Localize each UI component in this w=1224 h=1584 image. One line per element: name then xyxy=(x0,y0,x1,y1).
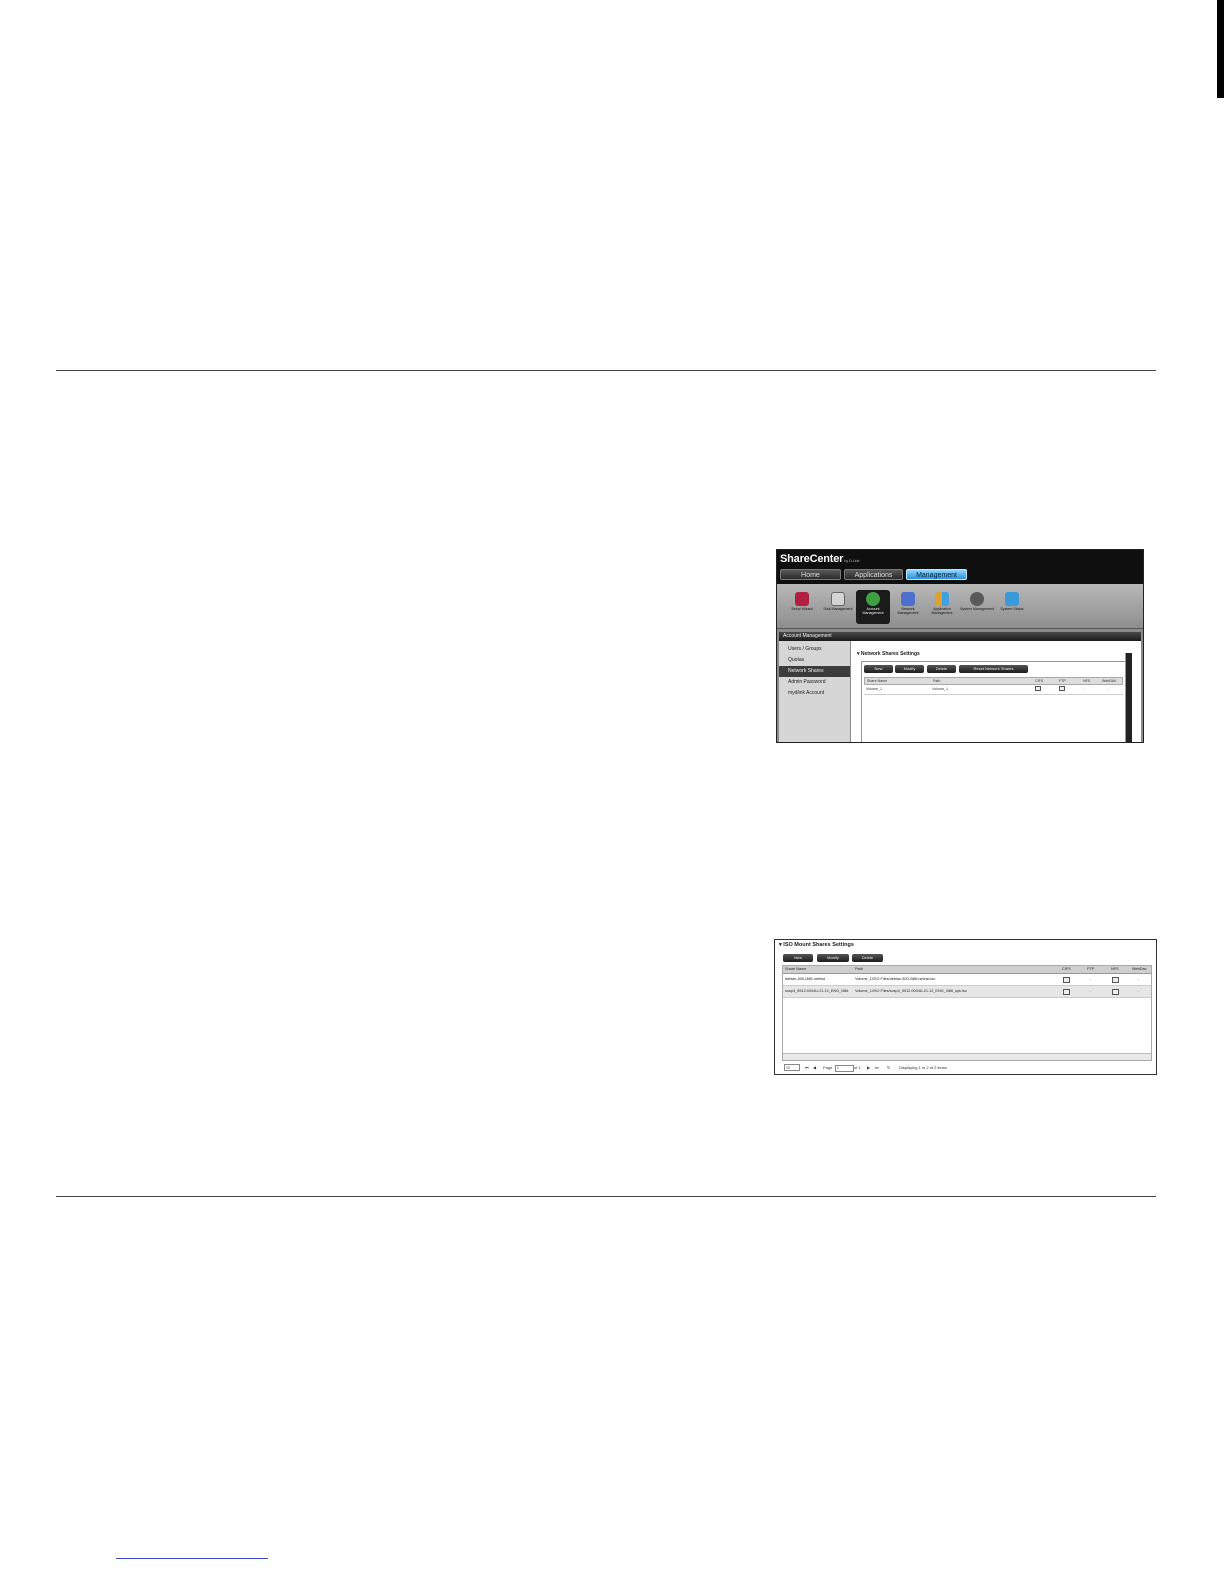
row-webdav: - xyxy=(1138,989,1140,993)
page-of-label: of 1 xyxy=(854,1065,861,1070)
management-icon-bar: Setup Wizard Disk Management Account Man… xyxy=(777,584,1143,629)
iso-modify-button[interactable]: Modify xyxy=(817,954,849,962)
disk-management-button[interactable]: Disk Management xyxy=(821,590,855,624)
network-shares-panel: ▾ Network Shares Settings New Modify Del… xyxy=(851,641,1141,742)
sidebar-item-users-groups[interactable]: Users / Groups xyxy=(779,644,850,655)
table-row[interactable]: sosp3_5512.0004U-21.12_ENG_i386 Volume_1… xyxy=(783,986,1151,998)
row-ftp: - xyxy=(1090,977,1092,981)
top-bar: ShareCenterby D-Link Home Applications M… xyxy=(777,550,1143,584)
iso-shares-table: Share Name Path CIFS FTP NFS WebDav debi… xyxy=(782,965,1152,1061)
gear-icon xyxy=(970,592,984,606)
disk-icon xyxy=(831,592,845,606)
account-icon xyxy=(866,592,880,606)
row-share-name: Volume_1 xyxy=(866,687,882,691)
network-management-button[interactable]: Network Management xyxy=(891,590,925,624)
row-nfs: - xyxy=(1084,687,1086,691)
cifs-settings-icon[interactable] xyxy=(1063,977,1070,983)
ftp-settings-icon[interactable] xyxy=(1059,686,1065,691)
footer-link-underline[interactable] xyxy=(116,1558,268,1559)
last-page-icon[interactable]: ⏭ xyxy=(875,1063,879,1073)
iso-new-button[interactable]: New xyxy=(783,954,813,962)
sharecenter-logo: ShareCenterby D-Link xyxy=(780,553,860,565)
shares-box: New Modify Delete Reset Network Shares S… xyxy=(861,661,1126,742)
reset-network-shares-button[interactable]: Reset Network Shares xyxy=(959,665,1028,673)
row-webdav: - xyxy=(1107,687,1109,691)
col-cifs[interactable]: CIFS xyxy=(1062,966,1071,973)
row-ftp: - xyxy=(1090,989,1092,993)
divider-top xyxy=(56,370,1156,371)
cifs-settings-icon[interactable] xyxy=(1035,686,1041,691)
col-share-name[interactable]: Share Name xyxy=(785,966,806,973)
pagination-bar: 10 ⏮ ◀ Page 1 of 1 ▶ ⏭ ↻ Displaying 1 to… xyxy=(782,1063,1152,1073)
sharecenter-screenshot: ShareCenterby D-Link Home Applications M… xyxy=(776,549,1144,743)
section-title: ▾ Network Shares Settings xyxy=(857,651,920,657)
sidebar-item-mydlink-account[interactable]: mydlink Account xyxy=(779,688,850,699)
tab-management[interactable]: Management xyxy=(906,569,967,580)
prev-page-icon[interactable]: ◀ xyxy=(813,1063,816,1073)
iso-section-title: ▾ ISO Mount Shares Settings xyxy=(779,942,854,948)
wizard-icon xyxy=(795,592,809,606)
table-header: Share Name Path CIFS FTP NFS WebDav xyxy=(783,966,1151,974)
first-page-icon[interactable]: ⏮ xyxy=(805,1063,809,1073)
row-path: Volume_1/ISO Files/debian-500-i386-netin… xyxy=(855,977,936,981)
sidebar-item-network-shares[interactable]: Network Shares xyxy=(779,666,850,677)
sidebar-item-quotas[interactable]: Quotas xyxy=(779,655,850,666)
system-management-button[interactable]: System Management xyxy=(960,590,994,624)
page-size-select[interactable]: 10 xyxy=(784,1064,800,1071)
row-path: Volume_1 xyxy=(932,687,948,691)
iso-delete-button[interactable]: Delete xyxy=(852,954,883,962)
next-page-icon[interactable]: ▶ xyxy=(867,1063,870,1073)
tab-applications[interactable]: Applications xyxy=(844,569,903,580)
cifs-settings-icon[interactable] xyxy=(1063,989,1070,995)
network-icon xyxy=(901,592,915,606)
vertical-scrollbar[interactable] xyxy=(1125,653,1132,742)
modify-button[interactable]: Modify xyxy=(895,665,924,673)
col-nfs[interactable]: NFS xyxy=(1111,966,1119,973)
row-share-name: sosp3_5512.0004U-21.12_ENG_i386 xyxy=(785,989,849,993)
table-row[interactable]: Volume_1 Volume_1 - - xyxy=(864,684,1123,695)
page-label: Page xyxy=(823,1065,833,1070)
system-status-button[interactable]: System Status xyxy=(995,590,1029,624)
sidebar-item-admin-password[interactable]: Admin Password xyxy=(779,677,850,688)
row-share-name: debian-500-i386-netinst xyxy=(785,977,825,981)
refresh-icon[interactable]: ↻ xyxy=(887,1063,890,1073)
row-path: Volume_1/ISO Files/sosp3_5512.0004U-21.1… xyxy=(855,989,967,993)
table-row[interactable]: debian-500-i386-netinst Volume_1/ISO Fil… xyxy=(783,974,1151,986)
account-management-button[interactable]: Account Management xyxy=(856,590,890,624)
page-number-input[interactable]: 1 xyxy=(835,1065,854,1072)
col-webdav[interactable]: WebDav xyxy=(1132,966,1147,973)
setup-wizard-button[interactable]: Setup Wizard xyxy=(785,590,819,624)
panel-header: Account Management xyxy=(779,632,1141,641)
nfs-settings-icon[interactable] xyxy=(1112,989,1119,995)
page-edge-bar xyxy=(1217,0,1224,98)
application-icon xyxy=(935,592,949,606)
display-count: Displaying 1 to 2 of 2 items xyxy=(899,1065,948,1070)
application-management-button[interactable]: Application Management xyxy=(925,590,959,624)
account-sidebar: Users / Groups Quotas Network Shares Adm… xyxy=(779,641,850,742)
delete-button[interactable]: Delete xyxy=(927,665,956,673)
row-webdav: - xyxy=(1138,977,1140,981)
nfs-settings-icon[interactable] xyxy=(1112,977,1119,983)
status-icon xyxy=(1005,592,1019,606)
tab-home[interactable]: Home xyxy=(780,569,841,580)
col-path[interactable]: Path xyxy=(855,966,863,973)
col-ftp[interactable]: FTP xyxy=(1087,966,1094,973)
horizontal-scrollbar[interactable] xyxy=(783,1053,1151,1060)
iso-mount-screenshot: ▾ ISO Mount Shares Settings New Modify D… xyxy=(774,939,1157,1075)
new-button[interactable]: New xyxy=(864,665,893,673)
divider-bottom xyxy=(56,1196,1156,1197)
